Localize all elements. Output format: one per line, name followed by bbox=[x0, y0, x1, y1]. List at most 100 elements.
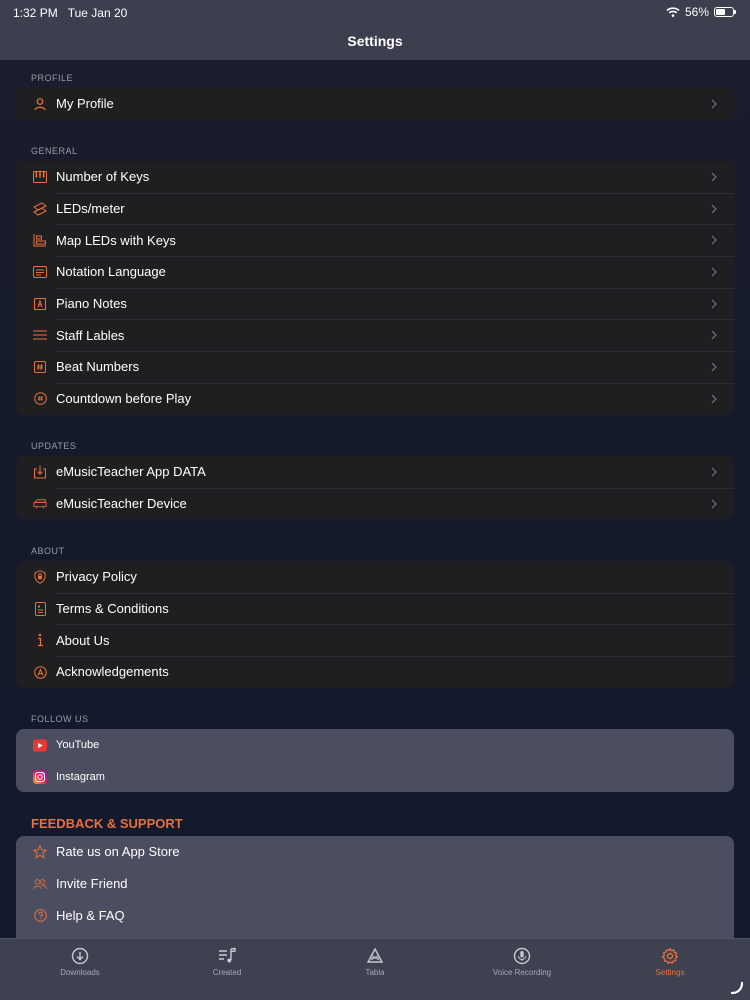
led-strip-icon bbox=[33, 202, 47, 216]
row-label: LEDs/meter bbox=[56, 201, 125, 217]
row-label: eMusicTeacher App DATA bbox=[56, 464, 206, 480]
section-header-feedback: FEEDBACK & SUPPORT bbox=[31, 816, 183, 831]
hash-box-icon bbox=[33, 360, 47, 374]
section-header-general: GENERAL bbox=[31, 146, 78, 156]
tab-label: Created bbox=[212, 968, 242, 977]
tab-downloads[interactable]: Downloads bbox=[20, 947, 140, 977]
row-countdown-before-play[interactable]: Countdown before Play bbox=[16, 382, 734, 415]
group-updates: eMusicTeacher App DATA eMusicTeacher Dev… bbox=[16, 456, 734, 520]
chevron-right-icon bbox=[711, 267, 717, 277]
map-leds-icon bbox=[33, 233, 47, 247]
tabla-icon bbox=[366, 947, 384, 963]
row-my-profile[interactable]: My Profile bbox=[16, 88, 734, 120]
group-follow-us: YouTube Instagram bbox=[16, 729, 734, 793]
chevron-right-icon bbox=[711, 330, 717, 340]
battery-percent: 56% bbox=[684, 5, 709, 19]
chevron-right-icon bbox=[711, 499, 717, 509]
row-label: About Us bbox=[56, 632, 110, 648]
group-profile: My Profile bbox=[16, 88, 734, 120]
row-device[interactable]: eMusicTeacher Device bbox=[16, 487, 734, 520]
row-label: eMusicTeacher Device bbox=[56, 496, 187, 512]
row-about-us[interactable]: About Us bbox=[16, 624, 734, 656]
row-leds-meter[interactable]: LEDs/meter bbox=[16, 192, 734, 225]
row-label: Countdown before Play bbox=[56, 391, 192, 407]
row-rate-us[interactable]: Rate us on App Store bbox=[16, 836, 734, 868]
gear-icon bbox=[661, 947, 679, 965]
row-beat-numbers[interactable]: Beat Numbers bbox=[16, 351, 734, 383]
note-letter-icon bbox=[33, 297, 47, 311]
status-bar: 1:32 PM Tue Jan 20 56% bbox=[0, 0, 750, 24]
row-label: My Profile bbox=[56, 96, 114, 112]
group-general: Number of Keys LEDs/meter Map LEDs with … bbox=[16, 161, 734, 415]
countdown-icon bbox=[33, 392, 47, 406]
row-label: Instagram bbox=[56, 770, 105, 783]
battery-icon bbox=[714, 7, 736, 17]
row-number-of-keys[interactable]: Number of Keys bbox=[16, 161, 734, 193]
person-icon bbox=[33, 97, 47, 111]
row-piano-notes[interactable]: Piano Notes bbox=[16, 287, 734, 320]
chevron-right-icon bbox=[711, 362, 717, 372]
navigation-bar: Settings bbox=[0, 24, 750, 60]
row-instagram[interactable]: Instagram bbox=[16, 761, 734, 793]
row-invite-friend[interactable]: Invite Friend bbox=[16, 868, 734, 900]
settings-list[interactable]: PROFILE My Profile GENERAL Number of Key… bbox=[0, 60, 750, 938]
wifi-icon bbox=[666, 7, 680, 17]
section-header-profile: PROFILE bbox=[31, 73, 74, 83]
row-label: Beat Numbers bbox=[56, 359, 140, 375]
tab-label: Voice Recording bbox=[492, 968, 552, 977]
row-staff-lables[interactable]: Staff Lables bbox=[16, 319, 734, 351]
shield-lock-icon bbox=[33, 570, 47, 584]
row-label: Acknowledgements bbox=[56, 664, 169, 680]
status-date: Tue Jan 20 bbox=[67, 6, 128, 20]
download-circle-icon bbox=[71, 947, 89, 965]
chevron-right-icon bbox=[711, 299, 717, 309]
row-label: Help & FAQ bbox=[56, 907, 125, 923]
circle-a-icon bbox=[33, 665, 47, 679]
star-icon bbox=[33, 845, 47, 859]
people-icon bbox=[33, 877, 47, 891]
tab-label: Downloads bbox=[60, 968, 100, 977]
row-label: Notation Language bbox=[56, 264, 166, 280]
tab-voice-recording[interactable]: Voice Recording bbox=[462, 947, 582, 977]
row-label: Number of Keys bbox=[56, 169, 150, 185]
tab-tabla[interactable]: Tabla bbox=[315, 947, 435, 977]
status-right: 56% bbox=[666, 5, 736, 19]
row-acknowledgements[interactable]: Acknowledgements bbox=[16, 656, 734, 688]
row-terms-conditions[interactable]: Terms & Conditions bbox=[16, 592, 734, 625]
row-youtube[interactable]: YouTube bbox=[16, 729, 734, 761]
row-map-leds-with-keys[interactable]: Map LEDs with Keys bbox=[16, 224, 734, 256]
chevron-right-icon bbox=[711, 204, 717, 214]
tab-label: Settings bbox=[655, 968, 685, 977]
group-about: Privacy Policy Terms & Conditions About … bbox=[16, 561, 734, 688]
row-label: Map LEDs with Keys bbox=[56, 232, 176, 248]
piano-keys-icon bbox=[33, 170, 47, 184]
tab-bar: Downloads Created Tabla Voice Recording … bbox=[0, 938, 750, 1000]
row-notation-language[interactable]: Notation Language bbox=[16, 256, 734, 288]
row-label: Staff Lables bbox=[56, 327, 125, 343]
group-feedback: Rate us on App Store Invite Friend Help … bbox=[16, 836, 734, 938]
tab-label: Tabla bbox=[365, 968, 385, 977]
chevron-right-icon bbox=[711, 235, 717, 245]
youtube-icon bbox=[33, 738, 47, 752]
info-icon bbox=[33, 633, 47, 647]
device-icon bbox=[33, 497, 47, 511]
row-privacy-policy[interactable]: Privacy Policy bbox=[16, 561, 734, 593]
music-list-icon bbox=[219, 947, 236, 963]
tab-created[interactable]: Created bbox=[167, 947, 287, 977]
tab-settings[interactable]: Settings bbox=[610, 947, 730, 977]
row-help-faq[interactable]: Help & FAQ bbox=[16, 899, 734, 931]
row-app-data[interactable]: eMusicTeacher App DATA bbox=[16, 456, 734, 488]
status-time: 1:32 PM Tue Jan 20 bbox=[13, 6, 127, 20]
section-header-about: ABOUT bbox=[31, 546, 65, 556]
row-label: Privacy Policy bbox=[56, 569, 137, 585]
mic-icon bbox=[513, 947, 531, 965]
chevron-right-icon bbox=[711, 467, 717, 477]
section-header-updates: UPDATES bbox=[31, 441, 77, 451]
row-label: YouTube bbox=[56, 738, 100, 751]
row-label: Invite Friend bbox=[56, 876, 128, 892]
instagram-icon bbox=[33, 769, 47, 784]
notation-icon bbox=[33, 265, 47, 279]
resize-handle-icon bbox=[730, 981, 744, 994]
status-clock: 1:32 PM bbox=[13, 6, 58, 20]
row-label: Terms & Conditions bbox=[56, 601, 169, 617]
